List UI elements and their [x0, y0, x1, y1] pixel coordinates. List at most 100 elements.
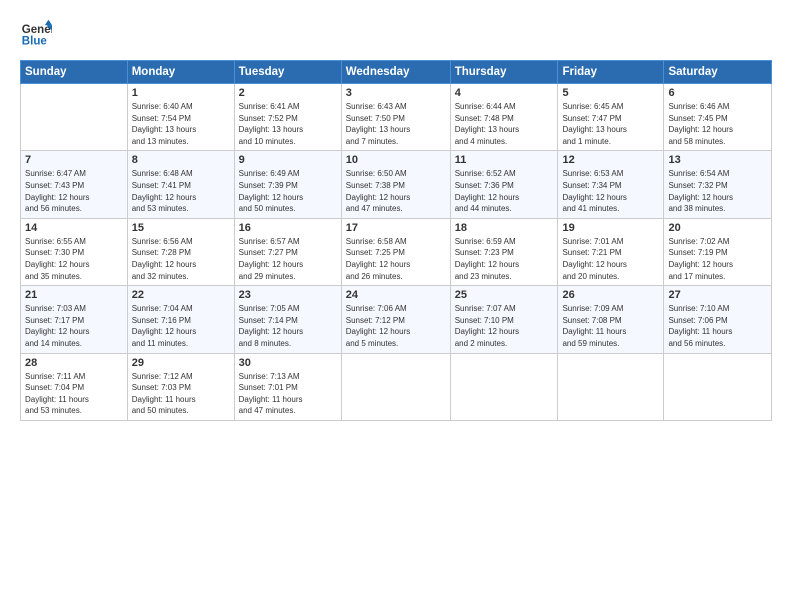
day-number: 11	[455, 154, 554, 166]
day-info: Sunrise: 7:03 AM Sunset: 7:17 PM Dayligh…	[25, 303, 123, 349]
day-info: Sunrise: 6:54 AM Sunset: 7:32 PM Dayligh…	[668, 168, 767, 214]
calendar-cell: 15Sunrise: 6:56 AM Sunset: 7:28 PM Dayli…	[127, 218, 234, 285]
weekday-header-thursday: Thursday	[450, 61, 558, 84]
day-info: Sunrise: 6:41 AM Sunset: 7:52 PM Dayligh…	[239, 101, 337, 147]
calendar-cell: 10 Sunrise: 6:50 AM Sunset: 7:38 PM Dayli…	[341, 151, 450, 218]
day-info: Sunrise: 6:40 AM Sunset: 7:54 PM Dayligh…	[132, 101, 230, 147]
calendar-cell	[558, 353, 664, 420]
calendar-cell	[21, 84, 128, 151]
day-info: Sunrise: 6:49 AM Sunset: 7:39 PM Dayligh…	[239, 168, 337, 214]
day-number: 12	[562, 154, 659, 166]
day-info: Sunrise: 7:12 AM Sunset: 7:03 PM Dayligh…	[132, 371, 230, 417]
day-number: 20	[668, 222, 767, 234]
calendar-cell: 20 Sunrise: 7:02 AM Sunset: 7:19 PM Dayli…	[664, 218, 772, 285]
calendar-cell: 13 Sunrise: 6:54 AM Sunset: 7:32 PM Dayli…	[664, 151, 772, 218]
logo: General Blue	[20, 18, 52, 50]
day-number: 2	[239, 87, 337, 99]
day-info: Sunrise: 6:58 AM Sunset: 7:25 PM Dayligh…	[346, 236, 446, 282]
header: General Blue	[20, 18, 772, 50]
day-info: Sunrise: 7:02 AM Sunset: 7:19 PM Dayligh…	[668, 236, 767, 282]
logo-icon: General Blue	[20, 18, 52, 50]
day-number: 18	[455, 222, 554, 234]
day-info: Sunrise: 6:57 AM Sunset: 7:27 PM Dayligh…	[239, 236, 337, 282]
calendar-cell: 26Sunrise: 7:09 AM Sunset: 7:08 PM Dayli…	[558, 286, 664, 353]
day-number: 23	[239, 289, 337, 301]
calendar-cell: 27Sunrise: 7:10 AM Sunset: 7:06 PM Dayli…	[664, 286, 772, 353]
calendar-cell	[450, 353, 558, 420]
day-number: 26	[562, 289, 659, 301]
calendar-table: SundayMondayTuesdayWednesdayThursdayFrid…	[20, 60, 772, 421]
calendar-cell: 12 Sunrise: 6:53 AM Sunset: 7:34 PM Dayli…	[558, 151, 664, 218]
calendar-cell: 22 Sunrise: 7:04 AM Sunset: 7:16 PM Dayli…	[127, 286, 234, 353]
calendar-cell: 5 Sunrise: 6:45 AM Sunset: 7:47 PM Daylig…	[558, 84, 664, 151]
day-number: 15	[132, 222, 230, 234]
day-info: Sunrise: 6:59 AM Sunset: 7:23 PM Dayligh…	[455, 236, 554, 282]
day-number: 16	[239, 222, 337, 234]
calendar-cell: 19Sunrise: 7:01 AM Sunset: 7:21 PM Dayli…	[558, 218, 664, 285]
day-info: Sunrise: 6:45 AM Sunset: 7:47 PM Dayligh…	[562, 101, 659, 147]
day-info: Sunrise: 6:48 AM Sunset: 7:41 PM Dayligh…	[132, 168, 230, 214]
day-number: 14	[25, 222, 123, 234]
day-info: Sunrise: 7:01 AM Sunset: 7:21 PM Dayligh…	[562, 236, 659, 282]
calendar-cell: 1 Sunrise: 6:40 AM Sunset: 7:54 PM Daylig…	[127, 84, 234, 151]
weekday-header-monday: Monday	[127, 61, 234, 84]
calendar-cell: 9 Sunrise: 6:49 AM Sunset: 7:39 PM Daylig…	[234, 151, 341, 218]
weekday-header-row: SundayMondayTuesdayWednesdayThursdayFrid…	[21, 61, 772, 84]
day-number: 30	[239, 357, 337, 369]
calendar-cell: 18 Sunrise: 6:59 AM Sunset: 7:23 PM Dayli…	[450, 218, 558, 285]
day-number: 5	[562, 87, 659, 99]
calendar-cell: 4 Sunrise: 6:44 AM Sunset: 7:48 PM Daylig…	[450, 84, 558, 151]
day-info: Sunrise: 7:05 AM Sunset: 7:14 PM Dayligh…	[239, 303, 337, 349]
day-number: 25	[455, 289, 554, 301]
day-number: 13	[668, 154, 767, 166]
calendar-cell: 21 Sunrise: 7:03 AM Sunset: 7:17 PM Dayli…	[21, 286, 128, 353]
day-number: 8	[132, 154, 230, 166]
calendar-week-row: 21 Sunrise: 7:03 AM Sunset: 7:17 PM Dayli…	[21, 286, 772, 353]
day-number: 22	[132, 289, 230, 301]
day-info: Sunrise: 7:06 AM Sunset: 7:12 PM Dayligh…	[346, 303, 446, 349]
weekday-header-tuesday: Tuesday	[234, 61, 341, 84]
calendar-week-row: 7 Sunrise: 6:47 AM Sunset: 7:43 PM Daylig…	[21, 151, 772, 218]
page: General Blue SundayMondayTuesdayWednesda…	[0, 0, 792, 612]
day-number: 21	[25, 289, 123, 301]
day-number: 4	[455, 87, 554, 99]
day-number: 1	[132, 87, 230, 99]
day-number: 9	[239, 154, 337, 166]
day-info: Sunrise: 6:53 AM Sunset: 7:34 PM Dayligh…	[562, 168, 659, 214]
calendar-cell	[341, 353, 450, 420]
calendar-cell: 30Sunrise: 7:13 AM Sunset: 7:01 PM Dayli…	[234, 353, 341, 420]
day-info: Sunrise: 6:55 AM Sunset: 7:30 PM Dayligh…	[25, 236, 123, 282]
calendar-week-row: 14 Sunrise: 6:55 AM Sunset: 7:30 PM Dayli…	[21, 218, 772, 285]
day-number: 27	[668, 289, 767, 301]
calendar-week-row: 1 Sunrise: 6:40 AM Sunset: 7:54 PM Daylig…	[21, 84, 772, 151]
day-number: 29	[132, 357, 230, 369]
day-number: 3	[346, 87, 446, 99]
weekday-header-wednesday: Wednesday	[341, 61, 450, 84]
day-number: 17	[346, 222, 446, 234]
day-info: Sunrise: 6:50 AM Sunset: 7:38 PM Dayligh…	[346, 168, 446, 214]
weekday-header-friday: Friday	[558, 61, 664, 84]
day-info: Sunrise: 7:11 AM Sunset: 7:04 PM Dayligh…	[25, 371, 123, 417]
calendar-cell: 29 Sunrise: 7:12 AM Sunset: 7:03 PM Dayli…	[127, 353, 234, 420]
day-number: 6	[668, 87, 767, 99]
calendar-cell: 17 Sunrise: 6:58 AM Sunset: 7:25 PM Dayli…	[341, 218, 450, 285]
weekday-header-sunday: Sunday	[21, 61, 128, 84]
calendar-cell: 3 Sunrise: 6:43 AM Sunset: 7:50 PM Daylig…	[341, 84, 450, 151]
calendar-cell: 16 Sunrise: 6:57 AM Sunset: 7:27 PM Dayli…	[234, 218, 341, 285]
day-number: 7	[25, 154, 123, 166]
day-info: Sunrise: 6:43 AM Sunset: 7:50 PM Dayligh…	[346, 101, 446, 147]
svg-text:Blue: Blue	[22, 36, 48, 48]
calendar-cell: 11 Sunrise: 6:52 AM Sunset: 7:36 PM Dayli…	[450, 151, 558, 218]
day-number: 28	[25, 357, 123, 369]
day-number: 10	[346, 154, 446, 166]
day-info: Sunrise: 6:44 AM Sunset: 7:48 PM Dayligh…	[455, 101, 554, 147]
day-info: Sunrise: 7:04 AM Sunset: 7:16 PM Dayligh…	[132, 303, 230, 349]
calendar-cell: 25Sunrise: 7:07 AM Sunset: 7:10 PM Dayli…	[450, 286, 558, 353]
calendar-week-row: 28 Sunrise: 7:11 AM Sunset: 7:04 PM Dayli…	[21, 353, 772, 420]
calendar-cell: 28 Sunrise: 7:11 AM Sunset: 7:04 PM Dayli…	[21, 353, 128, 420]
day-info: Sunrise: 6:46 AM Sunset: 7:45 PM Dayligh…	[668, 101, 767, 147]
calendar-cell: 6 Sunrise: 6:46 AM Sunset: 7:45 PM Daylig…	[664, 84, 772, 151]
day-info: Sunrise: 6:47 AM Sunset: 7:43 PM Dayligh…	[25, 168, 123, 214]
day-info: Sunrise: 6:52 AM Sunset: 7:36 PM Dayligh…	[455, 168, 554, 214]
calendar-cell: 24Sunrise: 7:06 AM Sunset: 7:12 PM Dayli…	[341, 286, 450, 353]
